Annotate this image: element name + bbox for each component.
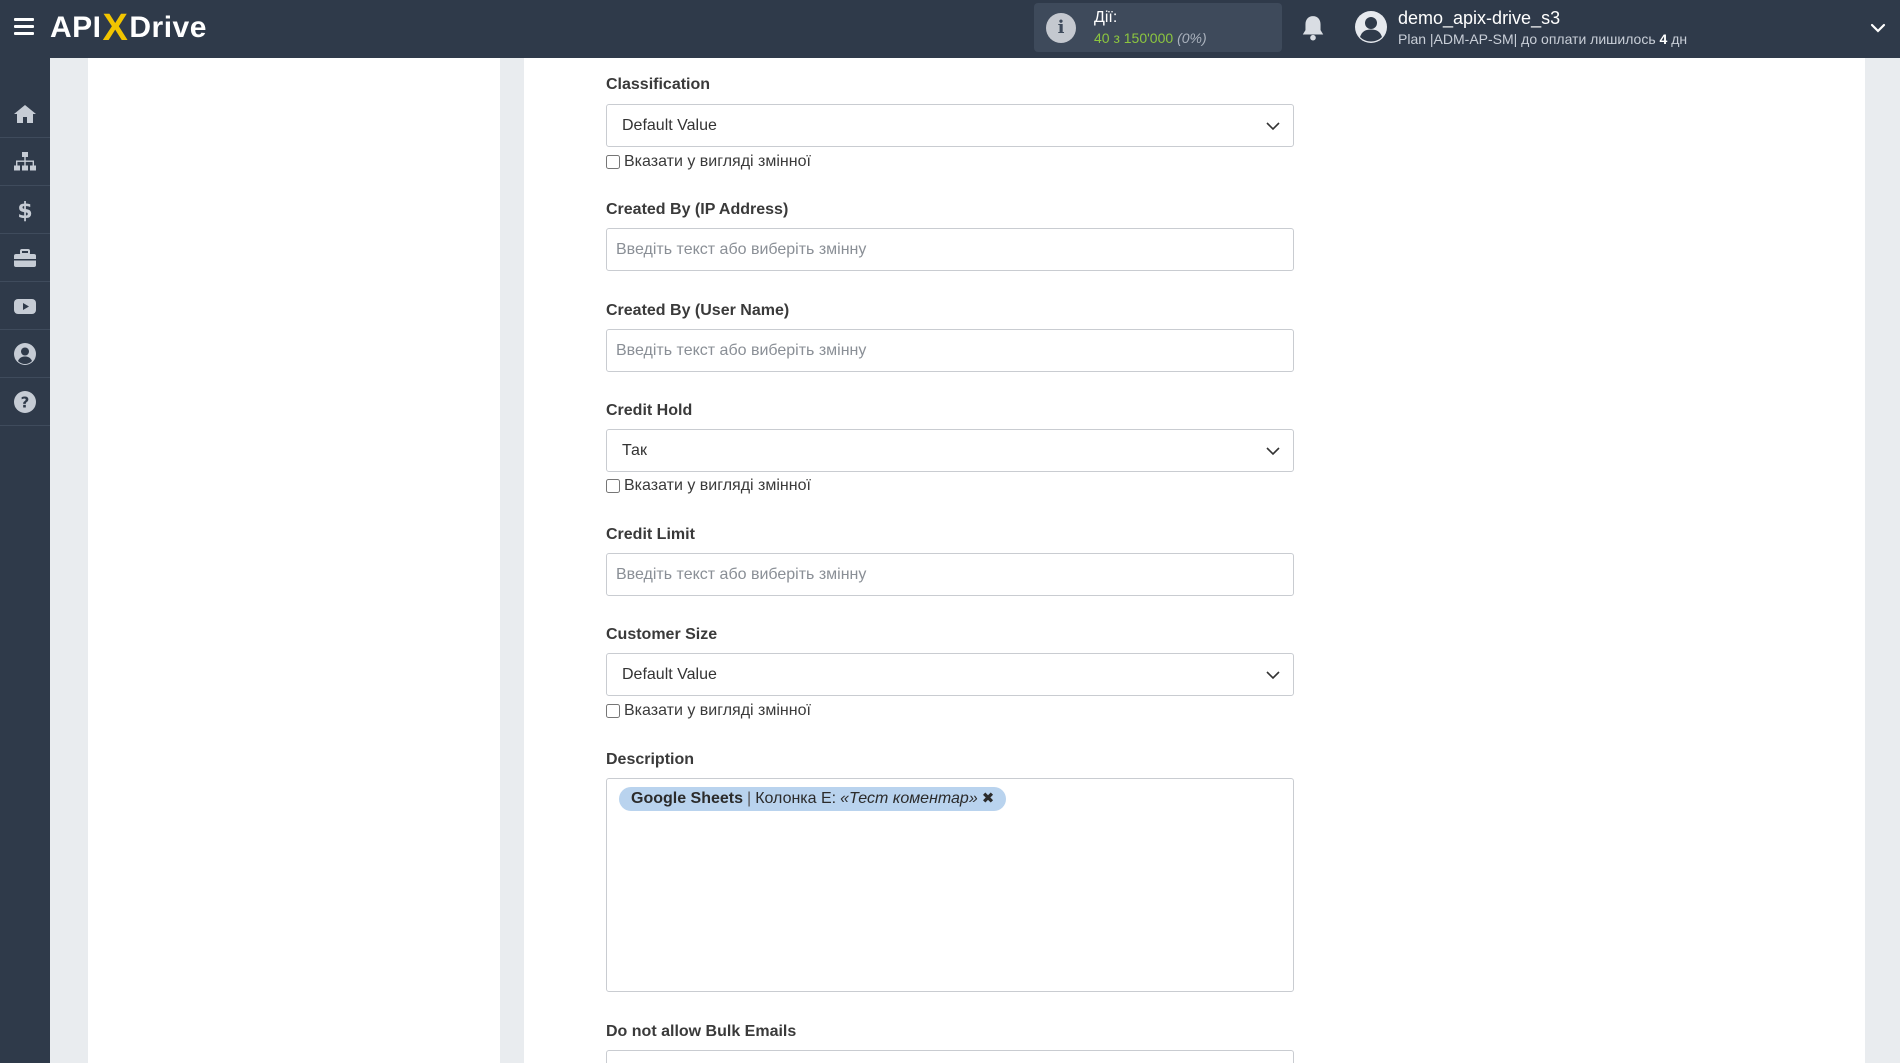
customer-size-label: Customer Size: [606, 626, 718, 643]
svg-text:$: $: [17, 199, 32, 222]
variable-tag[interactable]: Google Sheets | Колонка E: «Тест комента…: [619, 787, 1007, 811]
logo-text-x: X: [102, 7, 129, 49]
bulk-emails-label: Do not allow Bulk Emails: [606, 1023, 797, 1040]
actions-count: 40 з 150'000: [1094, 30, 1174, 46]
sidebar-item-connections[interactable]: [0, 139, 50, 186]
tag-value: «Тест коментар»: [840, 790, 978, 807]
app-logo[interactable]: API X Drive: [50, 8, 207, 48]
classification-variable-checkbox[interactable]: [606, 155, 620, 169]
credit-hold-select[interactable]: Так: [606, 429, 1294, 472]
sidebar: $ ?: [0, 58, 50, 1063]
chevron-down-icon: [1266, 671, 1280, 680]
credit-hold-checkbox-label: Вказати у вигляді змінної: [624, 477, 811, 494]
created-by-ip-input[interactable]: [606, 228, 1294, 271]
sidebar-item-profile[interactable]: [0, 331, 50, 378]
user-plan-info: Plan |ADM-AP-SM| до оплати лишилось 4 дн: [1398, 31, 1687, 47]
briefcase-icon: [14, 249, 36, 267]
actions-percent: (0%): [1177, 30, 1207, 46]
customer-size-value: Default Value: [622, 666, 717, 683]
actions-label: Дії:: [1094, 9, 1118, 26]
sidebar-item-projects[interactable]: [0, 235, 50, 282]
customer-size-select[interactable]: Default Value: [606, 653, 1294, 696]
actions-counter[interactable]: i Дії: 40 з 150'000 (0%): [1034, 3, 1282, 52]
created-by-ip-label: Created By (IP Address): [606, 201, 789, 218]
created-by-user-input[interactable]: [606, 329, 1294, 372]
plan-prefix: Plan |ADM-AP-SM| до оплати лишилось: [1398, 31, 1660, 47]
classification-select[interactable]: Default Value: [606, 104, 1294, 147]
content-area: Classification Default Value Вказати у в…: [50, 58, 1900, 1063]
customer-size-variable-checkbox-row[interactable]: Вказати у вигляді змінної: [606, 702, 811, 720]
tag-separator: |: [747, 790, 752, 807]
created-by-user-label: Created By (User Name): [606, 302, 790, 319]
credit-hold-value: Так: [622, 442, 647, 459]
close-icon[interactable]: ✖: [982, 787, 995, 811]
classification-checkbox-label: Вказати у вигляді змінної: [624, 153, 811, 170]
credit-hold-variable-checkbox[interactable]: [606, 479, 620, 493]
sidebar-item-videos[interactable]: [0, 283, 50, 330]
actions-value: 40 з 150'000 (0%): [1094, 30, 1207, 46]
credit-hold-variable-checkbox-row[interactable]: Вказати у вигляді змінної: [606, 477, 811, 495]
credit-hold-label: Credit Hold: [606, 402, 693, 419]
tag-column: Колонка E:: [755, 790, 837, 807]
svg-text:?: ?: [21, 394, 30, 412]
logo-text-api: API: [50, 11, 102, 44]
user-circle-icon: [14, 343, 36, 365]
home-icon: [14, 105, 36, 123]
description-textarea[interactable]: Google Sheets | Колонка E: «Тест комента…: [606, 778, 1294, 992]
sidebar-item-billing[interactable]: $: [0, 187, 50, 234]
top-bar: API X Drive i Дії: 40 з 150'000 (0%) demo_…: [0, 0, 1900, 58]
plan-suffix: дн: [1667, 31, 1688, 47]
user-name[interactable]: demo_apix-drive_s3: [1398, 8, 1560, 29]
form-panel: Classification Default Value Вказати у в…: [524, 58, 1865, 1063]
video-icon: [14, 299, 36, 314]
bell-icon[interactable]: [1300, 14, 1326, 42]
classification-variable-checkbox-row[interactable]: Вказати у вигляді змінної: [606, 153, 811, 171]
credit-limit-input[interactable]: [606, 553, 1294, 596]
chevron-down-icon[interactable]: [1868, 18, 1888, 38]
bulk-emails-select[interactable]: [606, 1050, 1294, 1063]
credit-limit-label: Credit Limit: [606, 526, 695, 543]
info-icon: i: [1046, 13, 1076, 43]
classification-label: Classification: [606, 76, 711, 93]
sitemap-icon: [14, 152, 36, 171]
chevron-down-icon: [1266, 122, 1280, 131]
logo-text-drive: Drive: [129, 11, 207, 44]
left-panel: [88, 58, 500, 1063]
help-icon: ?: [14, 391, 36, 413]
tag-source: Google Sheets: [631, 790, 744, 807]
chevron-down-icon: [1266, 447, 1280, 456]
avatar-icon[interactable]: [1354, 10, 1388, 44]
sidebar-item-help[interactable]: ?: [0, 379, 50, 426]
sidebar-item-home[interactable]: [0, 91, 50, 138]
menu-icon[interactable]: [14, 18, 34, 35]
description-label: Description: [606, 751, 695, 768]
dollar-icon: $: [17, 199, 32, 222]
classification-value: Default Value: [622, 117, 717, 134]
customer-size-checkbox-label: Вказати у вигляді змінної: [624, 702, 811, 719]
customer-size-variable-checkbox[interactable]: [606, 704, 620, 718]
